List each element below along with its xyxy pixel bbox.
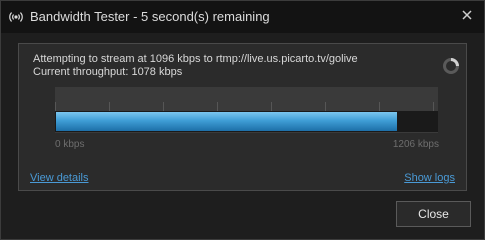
meter-tick	[379, 102, 380, 111]
throughput-meter	[55, 87, 438, 133]
meter-tick	[217, 102, 218, 111]
close-button[interactable]: Close	[396, 201, 471, 227]
meter-tick	[433, 102, 434, 111]
close-icon[interactable]	[460, 8, 474, 22]
meter-min-label: 0 kbps	[55, 139, 85, 150]
stream-target-text: Attempting to stream at 1096 kbps to rtm…	[33, 53, 358, 65]
meter-tick	[325, 102, 326, 111]
meter-max-label: 1206 kbps	[392, 139, 439, 150]
meter-tick	[55, 102, 56, 111]
title-bar: Bandwidth Tester - 5 second(s) remaining	[1, 1, 484, 33]
window-title: Bandwidth Tester - 5 second(s) remaining	[30, 9, 270, 24]
view-details-link[interactable]: View details	[30, 172, 89, 184]
broadcast-icon	[9, 12, 23, 22]
meter-fill	[56, 112, 397, 131]
current-throughput-text: Current throughput: 1078 kbps	[33, 66, 183, 78]
meter-tick	[163, 102, 164, 111]
bandwidth-tester-dialog: Bandwidth Tester - 5 second(s) remaining…	[0, 0, 485, 240]
status-panel: Attempting to stream at 1096 kbps to rtm…	[18, 43, 467, 191]
meter-tick	[271, 102, 272, 111]
show-logs-link[interactable]: Show logs	[404, 172, 455, 184]
meter-tick	[109, 102, 110, 111]
meter-track	[55, 111, 438, 132]
loading-spinner-icon	[443, 58, 459, 74]
